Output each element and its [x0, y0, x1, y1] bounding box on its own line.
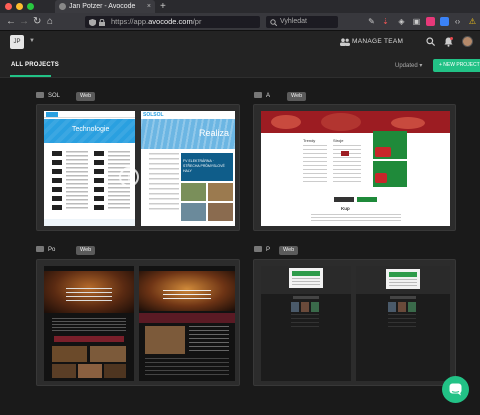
url-bar[interactable]: https://app.avocode.com/pr — [85, 16, 260, 28]
window-controls — [5, 3, 34, 10]
thumb-modal — [289, 268, 323, 288]
thumb-caption: FV ELEKTRÁRNA · STŘECHA PRŮMYSLOVÉ HALY — [183, 159, 225, 173]
new-tab-button[interactable]: + — [160, 0, 166, 13]
manage-team-button[interactable]: MANAGE TEAM — [352, 38, 403, 45]
url-path: /pr — [192, 17, 202, 26]
extension-pink-icon[interactable] — [426, 17, 435, 26]
warning-icon[interactable]: ⚠ — [468, 16, 477, 27]
platform-badge: Web — [279, 246, 299, 255]
thumb-hero: Realiza — [141, 119, 235, 149]
back-icon[interactable]: ← — [6, 15, 16, 29]
browser-titlebar: Jan Potzer - Avocode × + — [0, 0, 480, 13]
project-name: SOL — [48, 93, 61, 99]
lock-icon — [99, 19, 105, 26]
downloads-icon[interactable]: ⇣ — [381, 16, 390, 27]
url-domain: avocode.com — [148, 17, 193, 26]
sort-dropdown[interactable]: Updated ▾ — [395, 62, 422, 69]
reload-icon[interactable]: ↻ — [33, 15, 41, 29]
thumb-column-title: Stroje — [333, 138, 344, 143]
tab-favicon-icon — [59, 3, 66, 10]
add-screen-icon[interactable]: + — [119, 167, 139, 187]
chevron-down-icon: ▾ — [419, 63, 423, 69]
maximize-window-button[interactable] — [27, 3, 34, 10]
thumb-hero: Technologie — [44, 119, 135, 143]
minimize-window-button[interactable] — [16, 3, 23, 10]
avatar[interactable]: JP — [10, 35, 24, 49]
project-title[interactable]: P — [254, 245, 270, 255]
design-screen-thumbnail[interactable] — [356, 266, 450, 381]
folder-icon — [254, 92, 262, 99]
tab-title: Jan Potzer - Avocode — [69, 3, 136, 10]
thumb-heading: Kup — [341, 206, 350, 211]
folder-icon — [36, 92, 44, 99]
project-name: A — [266, 93, 271, 99]
chat-icon — [449, 383, 462, 396]
folder-icon — [36, 246, 44, 253]
thumb-column-title: Trendy — [303, 138, 316, 143]
project-title[interactable]: A — [254, 91, 270, 101]
design-screen-thumbnail[interactable] — [139, 266, 235, 381]
project-title[interactable]: Po — [36, 245, 55, 255]
sort-label: Updated — [395, 63, 418, 69]
thumb-logo: SOLSOL — [143, 112, 164, 118]
platform-badge: Web — [287, 92, 307, 101]
project-card[interactable] — [253, 259, 456, 386]
home-icon[interactable]: ⌂ — [47, 15, 53, 29]
project-card[interactable]: Trendy Stroje Kup — [253, 104, 456, 231]
devtools-icon[interactable]: ‹› — [453, 16, 462, 27]
project-name: Po — [48, 247, 56, 253]
shield-extension-icon[interactable]: ◈ — [397, 16, 406, 27]
design-screen-thumbnail[interactable]: SOLSOL Realiza FV ELEKTRÁRNA · STŘECHA P… — [141, 111, 235, 226]
platform-badge: Web — [76, 92, 96, 101]
chevron-down-icon[interactable]: ▼ — [29, 38, 35, 44]
browser-toolbar: ← → ↻ ⌂ https://app.avocode.com/pr Vyhle… — [0, 13, 480, 31]
design-screen-thumbnail[interactable]: Technologie — [44, 111, 135, 226]
bell-icon[interactable] — [444, 37, 453, 47]
tab-all-projects[interactable]: ALL PROJECTS — [11, 62, 59, 68]
close-window-button[interactable] — [5, 3, 12, 10]
design-screen-thumbnail[interactable] — [261, 266, 351, 381]
design-screen-thumbnail[interactable]: Trendy Stroje Kup — [261, 111, 450, 226]
shield-icon — [89, 19, 96, 26]
design-screen-thumbnail[interactable] — [44, 266, 134, 381]
wrench-icon[interactable]: ✎ — [367, 16, 376, 27]
browser-tab[interactable]: Jan Potzer - Avocode × — [55, 0, 155, 13]
search-icon — [270, 19, 277, 26]
chat-launcher-button[interactable] — [442, 376, 469, 403]
thumb-heading: Realiza — [199, 128, 230, 138]
project-name: P — [266, 247, 271, 253]
user-avatar[interactable] — [462, 36, 473, 47]
thumb-logo — [46, 112, 58, 117]
active-tab-indicator — [10, 75, 51, 77]
thumb-hero — [261, 111, 450, 133]
thumb-heading: Technologie — [72, 126, 110, 133]
url-prefix: https://app. — [111, 17, 149, 26]
search-placeholder: Vyhledat — [280, 18, 307, 25]
platform-badge: Web — [76, 246, 96, 255]
folder-icon — [254, 246, 262, 253]
new-project-button[interactable]: + NEW PROJECT — [433, 59, 480, 72]
search-icon[interactable] — [426, 37, 435, 46]
extension-blue-icon[interactable] — [440, 17, 449, 26]
team-icon — [340, 38, 350, 46]
thumb-modal — [386, 269, 420, 289]
project-card[interactable]: Technologie SOLSOL Realiza FV ELEKTRÁRNA… — [36, 104, 240, 231]
project-title[interactable]: SOL — [36, 91, 60, 101]
forward-icon[interactable]: → — [19, 15, 29, 29]
app-header — [0, 31, 480, 53]
tab-close-icon[interactable]: × — [147, 0, 151, 13]
screenshot-icon[interactable]: ▣ — [412, 16, 421, 27]
project-card[interactable] — [36, 259, 240, 386]
browser-search-input[interactable]: Vyhledat — [266, 16, 338, 28]
